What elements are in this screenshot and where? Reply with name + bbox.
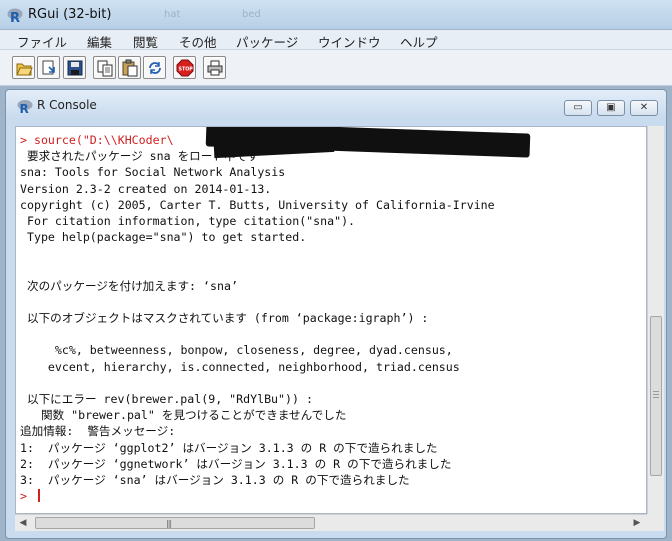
menu-view[interactable]: 閲覧 — [133, 32, 158, 51]
console-line: sna: Tools for Social Network Analysis — [20, 165, 286, 180]
console-line: 3: パッケージ ‘sna’ はバージョン 3.1.3 の R の下で造られまし… — [20, 472, 410, 487]
console-prompt-line[interactable]: > — [20, 488, 644, 504]
background-tab-label: hat — [164, 9, 181, 20]
open-script-button[interactable] — [12, 56, 35, 79]
console-line: %c%, betweenness, bonpow, closeness, deg… — [20, 343, 453, 358]
console-line: 1: パッケージ ‘ggplot2’ はバージョン 3.1.3 の R の下で造… — [20, 440, 438, 455]
scroll-right-icon[interactable]: ▶ — [631, 518, 643, 528]
copy-paste-icon — [149, 62, 161, 74]
minimize-button[interactable]: ▭ — [564, 100, 592, 116]
scroll-grip — [653, 397, 659, 398]
text-cursor — [37, 489, 40, 503]
stop-button[interactable]: STOP — [173, 56, 196, 79]
stop-icon: STOP — [176, 59, 194, 77]
app-title-bar: R RGui (32-bit) hat bed — [0, 0, 672, 30]
toolbar: STOP — [0, 50, 672, 86]
close-icon: ✕ — [639, 102, 649, 113]
menu-misc[interactable]: その他 — [179, 32, 217, 51]
scroll-left-icon[interactable]: ◀ — [17, 518, 29, 528]
minimize-icon: ▭ — [573, 102, 583, 113]
restore-button[interactable]: ▣ — [597, 100, 625, 116]
console-output: > source("D:\\KHCoder\ <2$ 要求されたパッケージ sn… — [20, 132, 644, 504]
r-logo-icon: R — [7, 8, 23, 24]
scroll-grip: ||| — [166, 519, 172, 528]
console-line: 追加情報: 警告メッセージ: — [20, 424, 176, 439]
app-title: RGui (32-bit) — [28, 7, 112, 22]
save-workspace-icon — [67, 60, 83, 76]
horizontal-scroll-thumb[interactable]: ||| — [35, 517, 315, 529]
console-title-bar[interactable]: R R Console ▭ ▣ ✕ — [6, 90, 666, 118]
console-line: evcent, hierarchy, is.connected, neighbo… — [20, 359, 460, 374]
load-workspace-button[interactable] — [37, 56, 60, 79]
paste-button[interactable] — [118, 56, 141, 79]
print-icon — [207, 60, 223, 76]
horizontal-scrollbar[interactable]: ◀ ||| ▶ — [15, 514, 647, 531]
mdi-client-area: R R Console ▭ ▣ ✕ > source("D:\\KHCoder\… — [0, 86, 672, 541]
r-console-window[interactable]: R R Console ▭ ▣ ✕ > source("D:\\KHCoder\… — [5, 89, 667, 539]
console-title: R Console — [37, 98, 97, 112]
svg-text:R: R — [20, 102, 29, 114]
restore-icon: ▣ — [606, 102, 616, 113]
console-line: For citation information, type citation(… — [20, 213, 356, 228]
copy-icon — [97, 60, 113, 77]
background-tab-label: bed — [242, 9, 261, 20]
svg-text:STOP: STOP — [179, 67, 194, 73]
vertical-scrollbar[interactable] — [647, 126, 664, 514]
paste-icon — [122, 59, 138, 77]
console-text-area[interactable]: > source("D:\\KHCoder\ <2$ 要求されたパッケージ sn… — [15, 126, 647, 514]
console-line: copyright (c) 2005, Carter T. Butts, Uni… — [20, 197, 495, 212]
copy-button[interactable] — [93, 56, 116, 79]
open-script-icon — [16, 63, 33, 76]
console-line: Type help(package="sna") to get started. — [20, 230, 307, 245]
copy-paste-button[interactable] — [143, 56, 166, 79]
console-line: 以下にエラー rev(brewer.pal(9, "RdYlBu")) : — [20, 392, 313, 406]
menu-packages[interactable]: パッケージ — [236, 32, 298, 51]
menu-edit[interactable]: 編集 — [87, 32, 112, 51]
menu-file[interactable]: ファイル — [17, 32, 67, 51]
vertical-scroll-thumb[interactable] — [650, 316, 662, 476]
menu-help[interactable]: ヘルプ — [400, 32, 438, 51]
print-button[interactable] — [203, 56, 226, 79]
console-line: 次のパッケージを付け加えます: ‘sna’ — [20, 278, 238, 293]
load-workspace-icon — [42, 60, 55, 75]
scroll-grip — [653, 391, 659, 392]
menu-windows[interactable]: ウインドウ — [318, 32, 381, 51]
console-line: Version 2.3-2 created on 2014-01-13. — [20, 181, 272, 196]
console-prompt: > — [20, 489, 34, 504]
console-line: 以下のオブジェクトはマスクされています (from ‘package:igrap… — [20, 311, 429, 326]
scrollbar-corner — [647, 514, 664, 531]
r-logo-icon: R — [17, 100, 33, 114]
console-line: 関数 "brewer.pal" を見つけることができませんでした — [20, 408, 347, 423]
scroll-grip — [653, 394, 659, 395]
close-button[interactable]: ✕ — [630, 100, 658, 116]
save-workspace-button[interactable] — [63, 56, 86, 79]
svg-text:R: R — [10, 11, 20, 24]
menu-bar: ファイル 編集 閲覧 その他 パッケージ ウインドウ ヘルプ — [0, 30, 672, 50]
console-line: 2: パッケージ ‘ggnetwork’ はバージョン 3.1.3 の R の下… — [20, 456, 452, 471]
